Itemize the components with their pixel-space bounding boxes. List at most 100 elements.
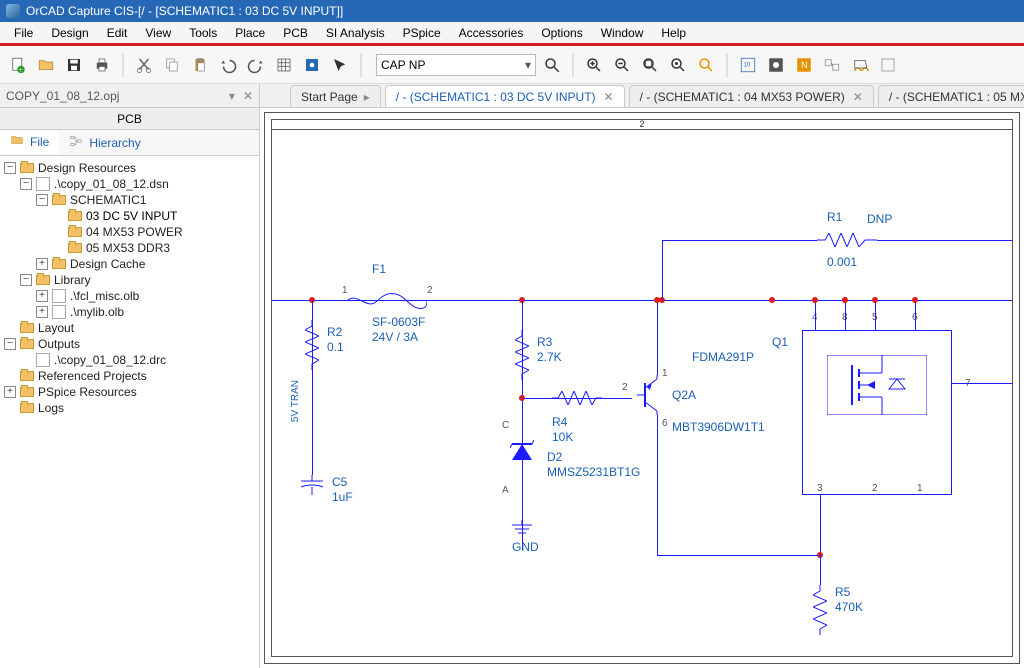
value-R1[interactable]: 0.001 [827, 255, 857, 269]
refdes-R5[interactable]: R5 [835, 585, 850, 599]
wire[interactable] [657, 415, 658, 555]
wire[interactable] [845, 300, 846, 330]
resistor-R5[interactable] [813, 585, 827, 635]
close-icon[interactable]: ✕ [604, 90, 614, 104]
undo-icon[interactable] [216, 53, 240, 77]
dropdown-caret-icon[interactable]: ▾ [229, 89, 235, 103]
copy-icon[interactable] [160, 53, 184, 77]
menu-si-analysis[interactable]: SI Analysis [318, 24, 393, 42]
sidebar-tab-hierarchy[interactable]: Hierarchy [59, 132, 150, 153]
menu-design[interactable]: Design [43, 24, 96, 42]
menu-edit[interactable]: Edit [99, 24, 136, 42]
menu-place[interactable]: Place [227, 24, 273, 42]
wire[interactable] [820, 555, 821, 585]
wire[interactable] [657, 555, 820, 556]
resistor-R1[interactable] [817, 233, 877, 247]
print-icon[interactable] [90, 53, 114, 77]
value-F1-pn[interactable]: SF-0603F [372, 315, 425, 329]
tree-page-03[interactable]: 03 DC 5V INPUT [52, 208, 255, 224]
fuse-symbol[interactable] [347, 293, 427, 309]
bjt-Q2A[interactable] [637, 375, 663, 415]
wire[interactable] [875, 300, 876, 330]
paste-icon[interactable] [188, 53, 212, 77]
value-D2[interactable]: MMSZ5231BT1G [547, 465, 640, 479]
close-icon[interactable]: ✕ [853, 90, 863, 104]
tree-ref-projects[interactable]: Referenced Projects [4, 368, 255, 384]
value-R4[interactable]: 10K [552, 430, 573, 444]
tree-layout[interactable]: Layout [4, 320, 255, 336]
tree-design-resources[interactable]: −Design Resources [4, 160, 255, 176]
tree-olb-1[interactable]: +.\fcl_misc.olb [36, 288, 255, 304]
net-gnd[interactable]: GND [512, 540, 539, 554]
wire[interactable] [815, 300, 816, 330]
wire[interactable] [915, 300, 916, 330]
drc-icon[interactable] [764, 53, 788, 77]
zoom-fit-icon[interactable] [666, 53, 690, 77]
tab-start-page[interactable]: Start Page▸ [290, 85, 381, 107]
mosfet-symbol[interactable] [827, 355, 927, 415]
part-search-input[interactable] [381, 58, 521, 72]
capacitor-C5[interactable] [297, 475, 327, 495]
menu-window[interactable]: Window [593, 24, 652, 42]
tab-schematic-03[interactable]: / - (SCHEMATIC1 : 03 DC 5V INPUT)✕ [385, 85, 625, 107]
close-icon[interactable]: ✕ [243, 89, 253, 103]
value-R2[interactable]: 0.1 [327, 340, 344, 354]
wire[interactable] [820, 495, 821, 555]
open-folder-icon[interactable] [34, 53, 58, 77]
value-F1-rating[interactable]: 24V / 3A [372, 330, 418, 344]
value-R1-dnp[interactable]: DNP [867, 212, 892, 226]
resistor-R4[interactable] [552, 391, 602, 405]
tab-schematic-05[interactable]: / - (SCHEMATIC1 : 05 MX53 I [878, 85, 1024, 107]
menu-help[interactable]: Help [653, 24, 694, 42]
dropdown-caret-icon[interactable]: ▾ [525, 58, 531, 72]
refdes-Q1[interactable]: Q1 [772, 335, 788, 349]
zoom-area-icon[interactable] [638, 53, 662, 77]
more-icon[interactable] [876, 53, 900, 77]
new-doc-icon[interactable]: + [6, 53, 30, 77]
sidebar-tab-file[interactable]: File [0, 131, 59, 154]
tree-outputs[interactable]: −Outputs [4, 336, 255, 352]
value-R5[interactable]: 470K [835, 600, 863, 614]
value-Q1[interactable]: FDMA291P [692, 350, 754, 364]
wire[interactable] [877, 240, 1013, 241]
refdes-D2[interactable]: D2 [547, 450, 562, 464]
snap-icon[interactable] [300, 53, 324, 77]
tree-design-cache[interactable]: +Design Cache [36, 256, 255, 272]
value-R3[interactable]: 2.7K [537, 350, 562, 364]
tree-dsn-file[interactable]: −.\copy_01_08_12.dsn [20, 176, 255, 192]
project-name[interactable]: COPY_01_08_12.opj ▾ ✕ [0, 84, 260, 107]
value-C5[interactable]: 1uF [332, 490, 353, 504]
select-icon[interactable] [328, 53, 352, 77]
refdes-R1[interactable]: R1 [827, 210, 842, 224]
menu-view[interactable]: View [137, 24, 179, 42]
tree-page-04[interactable]: 04 MX53 POWER [52, 224, 255, 240]
value-Q2[interactable]: MBT3906DW1T1 [672, 420, 765, 434]
refdes-Q2A[interactable]: Q2A [672, 388, 696, 402]
gnd-symbol[interactable] [511, 520, 533, 538]
tree-library[interactable]: −Library [20, 272, 255, 288]
wire[interactable] [657, 300, 658, 375]
resistor-R3[interactable] [515, 330, 529, 380]
crossprobe-icon[interactable] [820, 53, 844, 77]
tree-pspice-res[interactable]: +PSpice Resources [4, 384, 255, 400]
menu-pspice[interactable]: PSpice [395, 24, 449, 42]
schematic-canvas[interactable]: 2 F1 1 2 SF-0603F 24V / 3A R2 0.1 5V TRA… [264, 112, 1020, 664]
tab-schematic-04[interactable]: / - (SCHEMATIC1 : 04 MX53 POWER)✕ [629, 85, 874, 107]
tree-drc-file[interactable]: .\copy_01_08_12.drc [20, 352, 255, 368]
tree-olb-2[interactable]: +.\mylib.olb [36, 304, 255, 320]
refdes-F1[interactable]: F1 [372, 262, 386, 276]
menu-accessories[interactable]: Accessories [451, 24, 532, 42]
search-icon[interactable] [540, 53, 564, 77]
tree-logs[interactable]: Logs [4, 400, 255, 416]
menu-options[interactable]: Options [533, 24, 590, 42]
zoom-in-icon[interactable] [582, 53, 606, 77]
refdes-R3[interactable]: R3 [537, 335, 552, 349]
net-label-5vtran[interactable]: 5V TRAN [290, 380, 301, 422]
wire[interactable] [662, 240, 817, 241]
zoom-select-icon[interactable] [694, 53, 718, 77]
menu-file[interactable]: File [6, 24, 41, 42]
netlist-icon[interactable]: N [792, 53, 816, 77]
menu-tools[interactable]: Tools [181, 24, 225, 42]
wire[interactable] [952, 383, 1013, 384]
refdes-R2[interactable]: R2 [327, 325, 342, 339]
